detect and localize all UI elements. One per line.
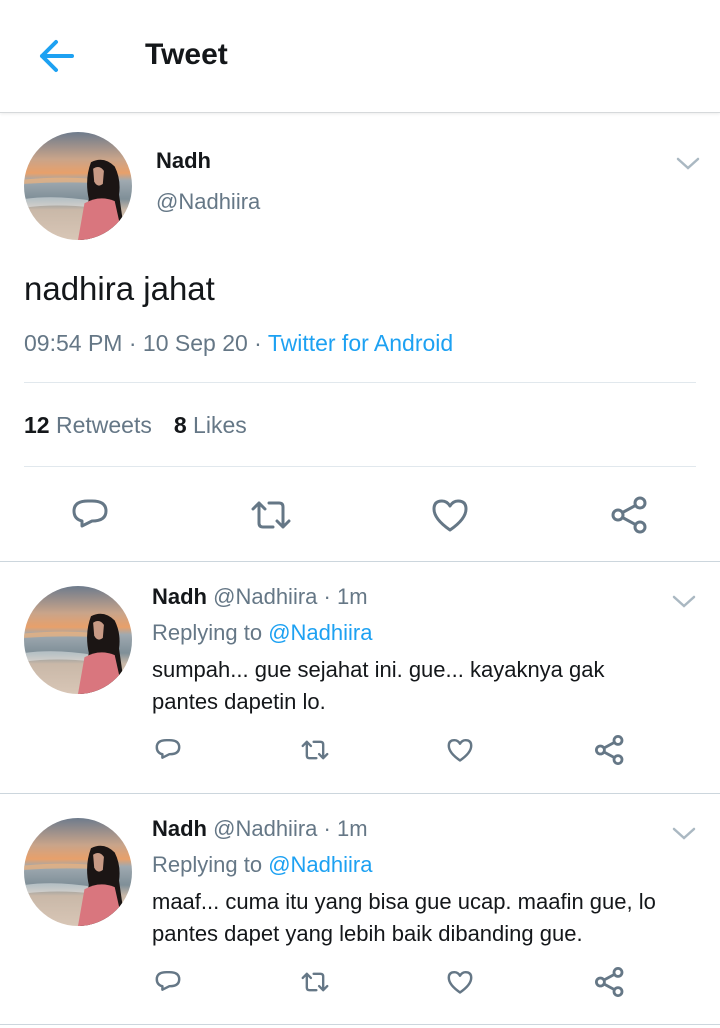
like-icon <box>447 970 473 994</box>
author-name[interactable]: Nadh <box>156 148 211 174</box>
tweet-time: 09:54 PM <box>24 330 123 356</box>
author-handle[interactable]: @Nadhiira <box>213 816 317 841</box>
arrow-left-icon <box>40 40 74 72</box>
likes-label: Likes <box>193 412 247 438</box>
author-handle[interactable]: @Nadhiira <box>156 189 260 215</box>
profile-photo <box>24 132 132 240</box>
share-button[interactable] <box>594 734 626 766</box>
avatar[interactable] <box>24 586 132 694</box>
reply-icon <box>155 970 181 991</box>
replying-prefix: Replying to <box>152 852 263 877</box>
retweets-label: Retweets <box>55 412 152 438</box>
replying-to-link[interactable]: @Nadhiira <box>268 620 372 645</box>
likes-stat[interactable]: 8 Likes <box>174 412 247 438</box>
replying-to: Replying to @Nadhiira <box>152 852 372 878</box>
tweet-menu-button[interactable] <box>672 826 696 842</box>
reply-text: maaf... cuma itu yang bisa gue ucap. maa… <box>152 889 656 946</box>
likes-count: 8 <box>173 412 187 438</box>
engagement-stats: 12 Retweets 8 Likes <box>24 412 247 439</box>
retweet-icon <box>301 740 329 760</box>
tweet-menu-button[interactable] <box>676 156 700 172</box>
chevron-down-icon <box>672 595 696 608</box>
tweet-date: 10 Sep 20 <box>142 330 248 356</box>
reply-icon <box>72 499 108 528</box>
back-button[interactable] <box>34 36 78 76</box>
retweet-icon <box>301 972 329 992</box>
reply-button[interactable] <box>70 495 110 535</box>
tweet-source-link[interactable]: Twitter for Android <box>268 330 453 356</box>
top-app-bar: Tweet <box>0 0 720 113</box>
retweet-button[interactable] <box>300 968 330 996</box>
reply-actions <box>0 730 720 770</box>
tweet-text: nadhira jahat <box>24 270 215 307</box>
retweet-button[interactable] <box>249 495 293 535</box>
reply-header: Nadh @Nadhiira · 1m <box>152 584 368 609</box>
reply-button[interactable] <box>154 968 182 996</box>
reply-tweet[interactable]: Nadh @Nadhiira · 1m Replying to @Nadhiir… <box>0 562 720 792</box>
avatar[interactable] <box>24 818 132 926</box>
page-title: Tweet <box>145 38 228 71</box>
retweet-icon <box>251 501 291 529</box>
retweet-button[interactable] <box>300 736 330 764</box>
meta-separator: · <box>122 330 143 356</box>
share-icon <box>595 967 624 997</box>
like-icon <box>447 738 473 762</box>
replying-to-link[interactable]: @Nadhiira <box>268 852 372 877</box>
chevron-down-icon <box>676 157 700 170</box>
share-button[interactable] <box>610 495 650 535</box>
tweet-meta: 09:54 PM · 10 Sep 20 · Twitter for Andro… <box>24 330 453 357</box>
replying-to: Replying to @Nadhiira <box>152 620 372 646</box>
avatar[interactable] <box>24 132 132 240</box>
share-icon <box>595 735 624 765</box>
replying-prefix: Replying to <box>152 620 263 645</box>
author-handle[interactable]: @Nadhiira <box>213 584 317 609</box>
like-button[interactable] <box>430 495 470 535</box>
chevron-down-icon <box>672 827 696 840</box>
like-icon <box>432 499 468 532</box>
reply-button[interactable] <box>154 736 182 764</box>
reply-tweet[interactable]: Nadh @Nadhiira · 1m Replying to @Nadhiir… <box>0 794 720 1024</box>
author-name[interactable]: Nadh <box>152 584 207 609</box>
reply-header: Nadh @Nadhiira · 1m <box>152 816 368 841</box>
profile-photo <box>24 818 132 926</box>
like-button[interactable] <box>446 968 474 996</box>
author-name[interactable]: Nadh <box>152 816 207 841</box>
divider <box>0 1024 720 1025</box>
retweets-count: 12 <box>24 412 50 438</box>
reply-time: 1m <box>336 816 368 841</box>
like-button[interactable] <box>446 736 474 764</box>
reply-text: sumpah... gue sejahat ini. gue... kayakn… <box>152 657 605 714</box>
profile-photo <box>24 586 132 694</box>
reply-actions <box>0 962 720 1002</box>
meta-separator: · <box>247 330 268 356</box>
retweets-stat[interactable]: 12 Retweets <box>24 412 152 438</box>
reply-time: 1m <box>336 584 368 609</box>
share-icon <box>611 496 647 534</box>
divider <box>24 382 696 383</box>
tweet-menu-button[interactable] <box>672 594 696 610</box>
reply-icon <box>155 738 181 759</box>
divider <box>24 466 696 467</box>
tweet-actions <box>0 487 720 543</box>
share-button[interactable] <box>594 966 626 998</box>
